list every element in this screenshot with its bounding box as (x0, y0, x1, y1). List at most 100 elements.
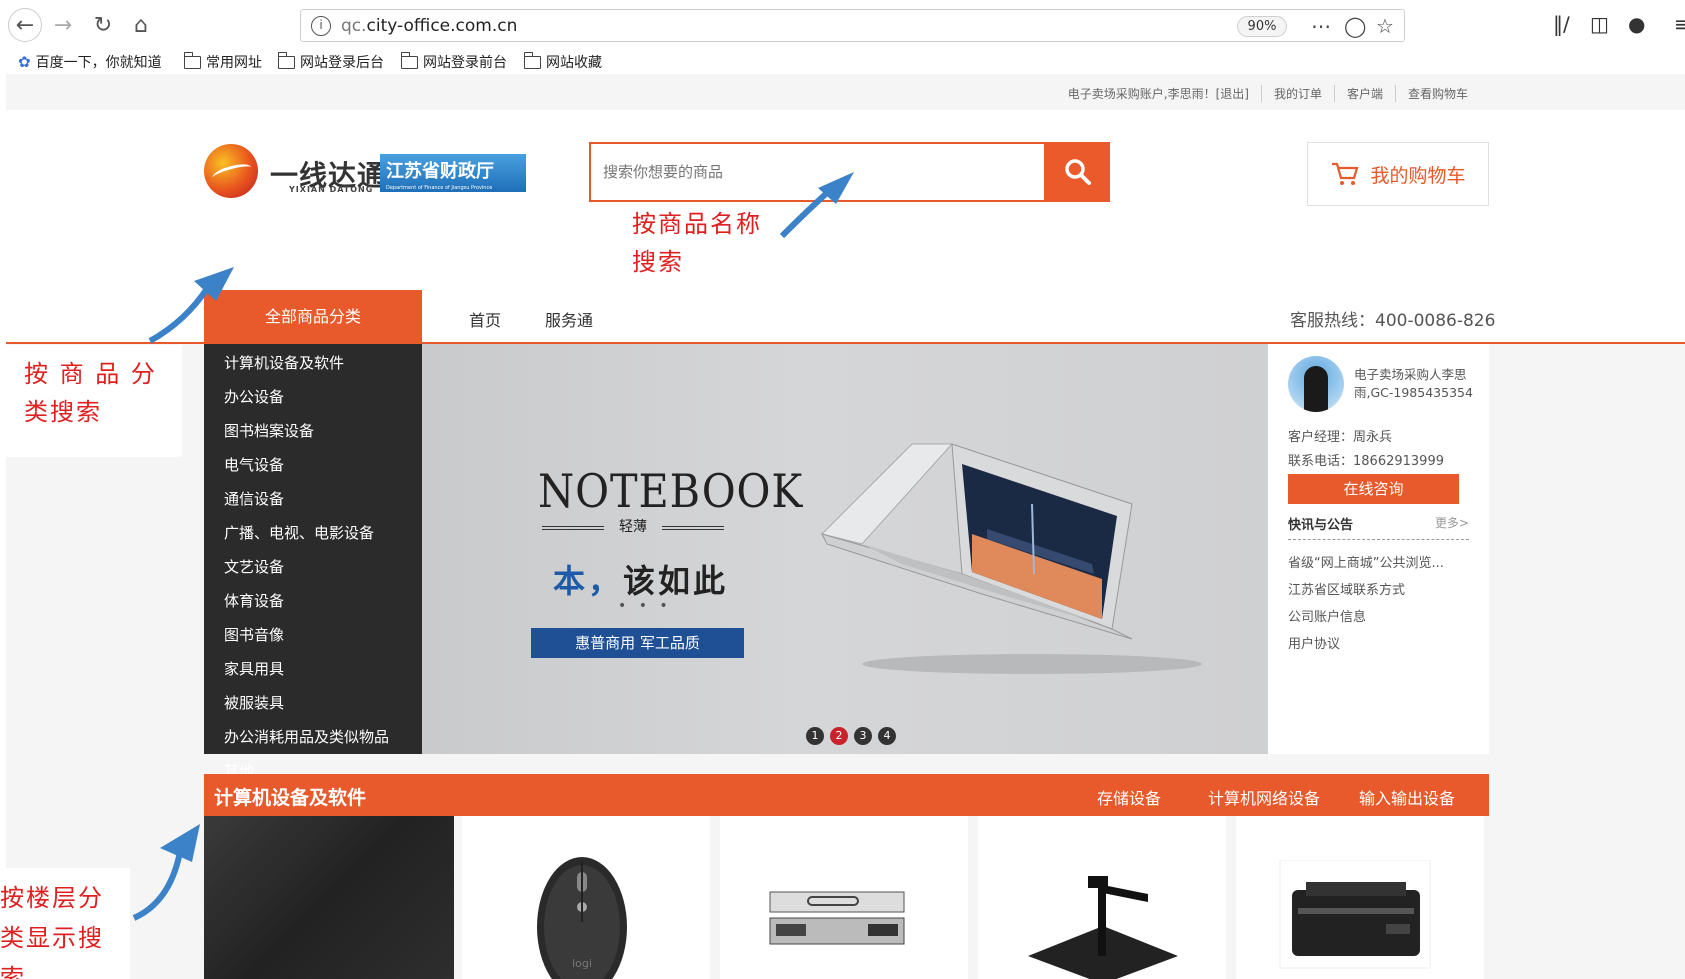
home-icon[interactable]: ⌂ (124, 8, 158, 42)
service-hotline: 客服热线：400-0086-826 (1290, 311, 1496, 331)
product-card-printer[interactable] (1236, 816, 1484, 979)
slide-dot[interactable]: 3 (854, 727, 872, 745)
bookmark-star-icon[interactable]: ☆ (1376, 14, 1394, 38)
arrow-to-floor-icon (132, 824, 200, 921)
search-button[interactable] (1046, 142, 1110, 202)
account-logout-link[interactable]: 电子卖场采购账户,李思雨！[退出] (1056, 85, 1261, 102)
news-item[interactable]: 省级“网上商城”公共浏览... (1288, 552, 1444, 571)
annotation-search-by-category: 按 商 品 分 类搜索 (24, 355, 157, 431)
category-item[interactable]: 办公设备 (204, 382, 422, 416)
folder-icon (400, 51, 418, 69)
news-header: 快讯与公告 更多> (1288, 514, 1469, 540)
client-link[interactable]: 客户端 (1333, 85, 1395, 102)
bookmark-baidu[interactable]: ✿ 百度一下，你就知道 (18, 52, 162, 72)
category-item[interactable]: 通信设备 (204, 484, 422, 518)
baidu-paw-icon: ✿ (18, 53, 31, 71)
bookmark-label: 百度一下，你就知道 (35, 55, 162, 71)
category-item[interactable]: 被服装具 (204, 688, 422, 722)
folder-icon (183, 51, 201, 69)
more-actions-icon[interactable]: ⋯ (1311, 14, 1331, 38)
category-item[interactable]: 图书档案设备 (204, 416, 422, 450)
slide-dot-active[interactable]: 2 (830, 727, 848, 745)
annotation-line: 按商品名称 (632, 210, 762, 238)
menu-icon[interactable]: ≡ (1674, 12, 1685, 36)
my-orders-link[interactable]: 我的订单 (1260, 85, 1334, 102)
pocket-icon[interactable]: ◯ (1344, 14, 1366, 38)
back-icon[interactable]: ← (8, 8, 42, 42)
floor-feature-image[interactable] (204, 816, 454, 979)
cart-icon (1332, 162, 1359, 185)
zoom-level[interactable]: 90% (1237, 16, 1287, 37)
all-categories-button[interactable]: 全部商品分类 (204, 290, 422, 344)
floor-tab[interactable]: 输入输出设备 (1359, 785, 1455, 809)
printer-image (1279, 860, 1431, 969)
bookmark-label: 常用网址 (206, 55, 262, 71)
arrow-to-search-icon (779, 172, 854, 239)
url-text[interactable]: qc.city-office.com.cn (341, 16, 517, 36)
product-card-network-device[interactable] (720, 816, 968, 979)
floor-title[interactable]: 计算机设备及软件 (214, 783, 366, 810)
annotation-line: 按楼层分 (0, 884, 104, 912)
contact-phone: 联系电话：18662913999 (1288, 454, 1444, 469)
bookmark-folder-common[interactable]: 常用网址 (183, 51, 262, 72)
annotation-line: 类搜索 (24, 398, 102, 426)
logo-emblem-icon[interactable] (204, 144, 258, 198)
annotation-floor-display: 按楼层分 类显示搜 索 (0, 878, 104, 979)
user-panel: 电子卖场采购人李思雨,GC-1985435354 客户经理：周永兵 联系电话：1… (1268, 344, 1489, 754)
bookmark-label: 网站收藏 (546, 55, 602, 71)
view-cart-link[interactable]: 查看购物车 (1394, 85, 1480, 102)
news-item[interactable]: 公司账户信息 (1288, 606, 1366, 625)
floor-header: 计算机设备及软件 存储设备 计算机网络设备 输入输出设备 (204, 774, 1489, 816)
site-info-icon[interactable]: i (311, 16, 331, 36)
bookmark-folder-frontend[interactable]: 网站登录前台 (400, 51, 507, 72)
top-utility-bar: 电子卖场采购账户,李思雨！[退出] 我的订单 客户端 查看购物车 (6, 74, 1685, 110)
category-item[interactable]: 体育设备 (204, 586, 422, 620)
category-item[interactable]: 文艺设备 (204, 552, 422, 586)
browser-toolbar: ← → ↻ ⌂ i qc.city-office.com.cn 90% ⋯ ◯ … (0, 0, 1685, 50)
mouse-brand-label: logi (572, 957, 592, 970)
category-item[interactable]: 电气设备 (204, 450, 422, 484)
category-menu: 计算机设备及软件 办公设备 图书档案设备 电气设备 通信设备 广播、电视、电影设… (204, 344, 422, 780)
floor-tab[interactable]: 计算机网络设备 (1208, 785, 1320, 809)
nav-service[interactable]: 服务通 (545, 307, 593, 331)
forward-icon[interactable]: → (46, 8, 80, 42)
bookmark-folder-backend[interactable]: 网站登录后台 (277, 51, 384, 72)
account-icon[interactable]: ● (1628, 12, 1645, 36)
category-item[interactable]: 计算机设备及软件 (204, 348, 422, 382)
folder-icon (277, 51, 295, 69)
news-item[interactable]: 江苏省区域联系方式 (1288, 579, 1405, 598)
badge-label: 江苏省财政厅 (386, 161, 494, 182)
slide-dot[interactable]: 4 (878, 727, 896, 745)
news-item[interactable]: 用户协议 (1288, 633, 1340, 652)
reload-icon[interactable]: ↻ (86, 8, 120, 42)
banner-rule-left (542, 526, 604, 530)
slogan-part-a: 本， (553, 562, 624, 600)
banner-dots: • • • (618, 598, 672, 614)
floor-tab[interactable]: 存储设备 (1097, 785, 1161, 809)
arrow-to-category-icon (148, 267, 234, 344)
online-consult-button[interactable]: 在线咨询 (1288, 474, 1459, 504)
product-card-mouse[interactable]: logi (462, 816, 710, 979)
bookmark-folder-favorites[interactable]: 网站收藏 (523, 51, 602, 72)
bookmark-label: 网站登录后台 (300, 55, 384, 71)
cart-button[interactable]: 我的购物车 (1307, 142, 1489, 206)
banner-rule-right (662, 526, 724, 530)
product-card-document-camera[interactable] (978, 816, 1226, 979)
sidebar-icon[interactable]: ◫ (1590, 12, 1609, 36)
search-icon (1065, 159, 1091, 185)
address-bar[interactable]: i qc.city-office.com.cn 90% ⋯ ◯ ☆ (300, 9, 1405, 42)
slide-dot[interactable]: 1 (806, 727, 824, 745)
network-device-image (769, 891, 905, 945)
category-item[interactable]: 家具用具 (204, 654, 422, 688)
banner-title: NOTEBOOK (538, 464, 804, 518)
library-icon[interactable]: ‖∕ (1553, 12, 1570, 36)
user-name: 电子卖场采购人李思雨,GC-1985435354 (1354, 367, 1473, 400)
news-more-link[interactable]: 更多> (1435, 514, 1469, 531)
category-item[interactable]: 图书音像 (204, 620, 422, 654)
category-item[interactable]: 广播、电视、电影设备 (204, 518, 422, 552)
category-item[interactable]: 办公消耗用品及类似物品 (204, 722, 422, 756)
account-manager: 客户经理：周永兵 (1288, 430, 1393, 445)
hero-banner[interactable]: NOTEBOOK 轻薄 本，该如此 • • • 惠普商用 军工品质 1 2 3 … (422, 344, 1268, 754)
bookmark-label: 网站登录前台 (423, 55, 507, 71)
nav-home[interactable]: 首页 (469, 307, 501, 331)
